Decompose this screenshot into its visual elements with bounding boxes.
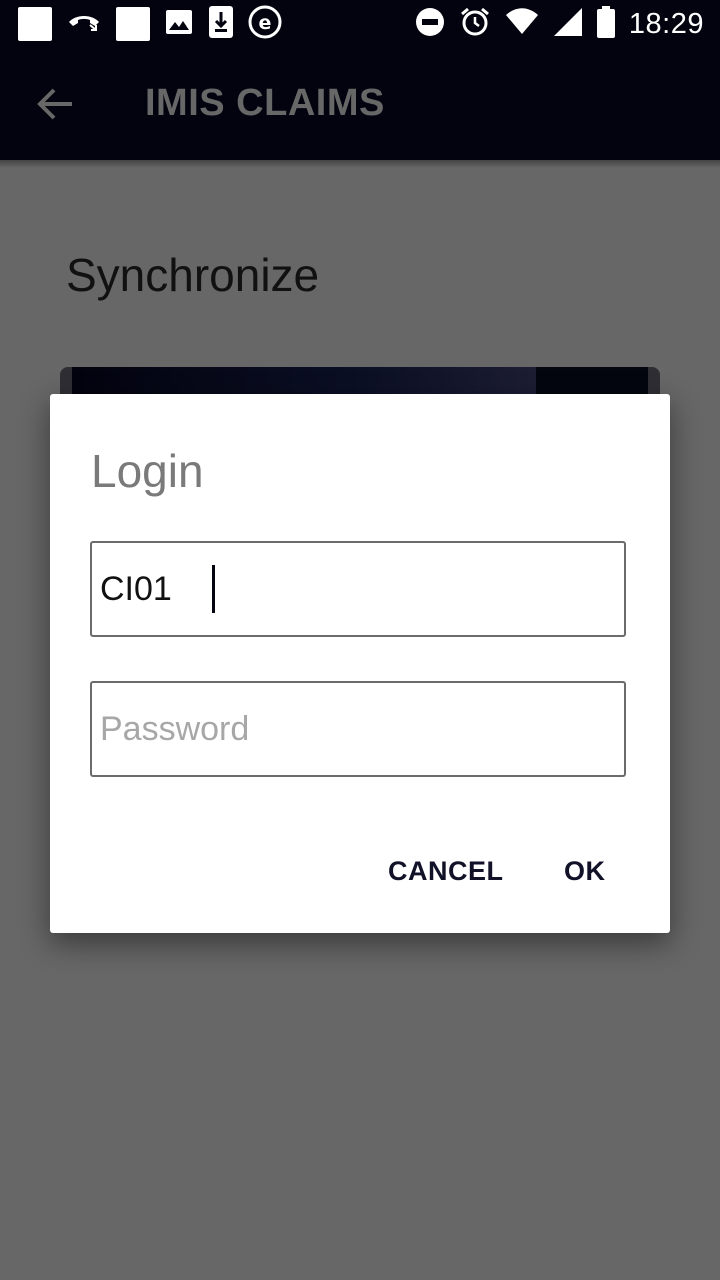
ok-button[interactable]: OK — [564, 856, 606, 887]
system-icons: 18:29 — [401, 5, 704, 43]
username-field[interactable] — [90, 541, 626, 637]
status-bar: e 18:29 — [0, 0, 720, 48]
username-input[interactable] — [100, 543, 610, 635]
image-icon — [164, 7, 194, 42]
arrow-left-icon[interactable] — [36, 84, 76, 124]
battery-icon — [596, 5, 615, 43]
signal-icon — [553, 7, 583, 42]
download-icon — [208, 5, 234, 44]
e-app-icon: e — [248, 5, 282, 44]
app-bar: IMIS CLAIMS — [0, 48, 720, 168]
password-field[interactable] — [90, 681, 626, 777]
page-heading: Synchronize — [66, 249, 320, 301]
alarm-icon — [459, 6, 491, 43]
missed-call-icon — [66, 5, 102, 44]
dialog-title: Login — [91, 445, 204, 497]
notification-icons: e — [18, 5, 296, 44]
password-input[interactable] — [100, 683, 610, 775]
app-title: IMIS CLAIMS — [145, 82, 385, 124]
login-dialog: Login CANCEL OK — [50, 394, 670, 933]
clock-time: 18:29 — [628, 7, 704, 40]
wifi-icon — [505, 7, 539, 42]
svg-text:e: e — [259, 12, 272, 34]
blank-notification-icon — [18, 7, 52, 41]
text-cursor — [212, 565, 215, 613]
cancel-button[interactable]: CANCEL — [388, 856, 504, 887]
blank-notification-icon — [116, 7, 150, 41]
do-not-disturb-icon — [415, 7, 445, 42]
